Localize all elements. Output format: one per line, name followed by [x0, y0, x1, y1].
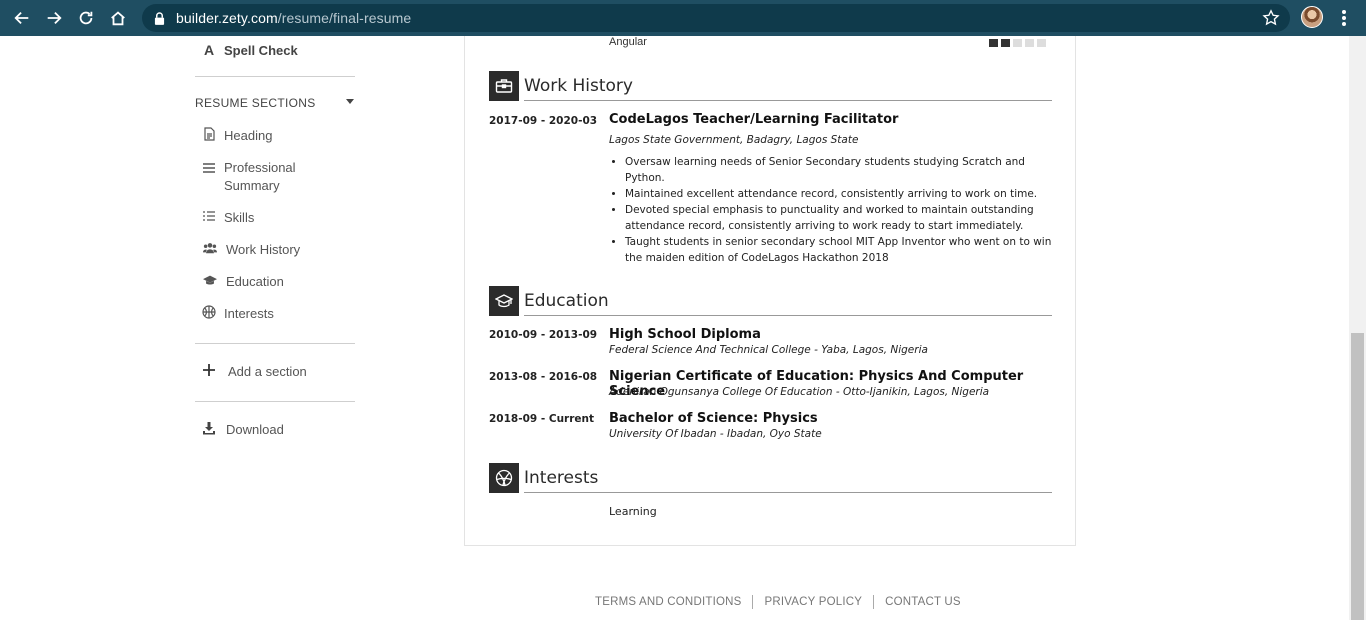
education-degree: Bachelor of Science: Physics [609, 411, 818, 426]
resume-sections-title: RESUME SECTIONS [195, 96, 316, 110]
basketball-icon [489, 463, 519, 493]
sidebar-item-interests[interactable]: Interests [202, 305, 274, 323]
download-icon [202, 421, 216, 435]
rating-box [1013, 39, 1022, 47]
divider [752, 595, 754, 609]
download-button[interactable]: Download [202, 421, 284, 439]
footer: TERMS AND CONDITIONS PRIVACY POLICY CONT… [595, 595, 961, 609]
sidebar-item-work-history[interactable]: Work History [202, 241, 300, 259]
job-bullet: Maintained excellent attendance record, … [625, 186, 1053, 202]
browser-menu-icon[interactable] [1336, 8, 1352, 28]
reload-icon[interactable] [70, 2, 102, 34]
education-dates: 2013-08 - 2016-08 [489, 371, 598, 383]
skill-name: Angular [609, 36, 647, 48]
resume-preview: Angular Work History 2017-09 - 2020-03 C… [464, 36, 1076, 546]
job-bullet: Taught students in senior secondary scho… [625, 234, 1053, 266]
rating-box [1037, 39, 1046, 47]
education-heading: Education [489, 286, 1052, 318]
sidebar-item-education[interactable]: Education [202, 273, 284, 291]
job-bullet: Oversaw learning needs of Senior Seconda… [625, 154, 1053, 186]
education-dates: 2010-09 - 2013-09 [489, 329, 598, 341]
work-history-heading: Work History [489, 71, 1052, 103]
job-dates: 2017-09 - 2020-03 [489, 115, 598, 127]
privacy-link[interactable]: PRIVACY POLICY [764, 596, 862, 608]
address-bar[interactable]: builder.zety.com/resume/final-resume [142, 4, 1290, 32]
sidebar-item-skills[interactable]: Skills [202, 209, 254, 227]
terms-link[interactable]: TERMS AND CONDITIONS [595, 596, 741, 608]
rating-box [1025, 39, 1034, 47]
graduation-cap-icon [489, 286, 519, 316]
section-rule [524, 100, 1052, 101]
spell-check-icon: A [203, 42, 215, 58]
education-school: University Of Ibadan - Ibadan, Oyo State [609, 428, 822, 440]
checklist-icon [202, 209, 216, 223]
briefcase-icon [489, 71, 519, 101]
job-employer: Lagos State Government, Badagry, Lagos S… [609, 134, 859, 146]
divider [873, 595, 875, 609]
contact-link[interactable]: CONTACT US [885, 596, 961, 608]
back-arrow-icon[interactable] [6, 2, 38, 34]
scroll-thumb[interactable] [1351, 333, 1364, 620]
education-school: Adeniran Ogunsanya College Of Education … [609, 386, 990, 398]
basketball-icon [202, 305, 216, 319]
section-rule [524, 315, 1052, 316]
skill-rating [989, 39, 1046, 47]
bookmark-star-icon[interactable] [1262, 9, 1280, 27]
job-title: CodeLagos Teacher/Learning Facilitator [609, 112, 899, 127]
job-bullet: Devoted special emphasis to punctuality … [625, 202, 1053, 234]
plus-icon [202, 363, 216, 377]
education-degree: High School Diploma [609, 327, 761, 342]
graduation-cap-icon [202, 273, 218, 287]
url-text: builder.zety.com/resume/final-resume [176, 10, 412, 26]
divider [195, 76, 355, 77]
browser-toolbar: builder.zety.com/resume/final-resume [0, 0, 1366, 36]
profile-avatar[interactable] [1301, 6, 1323, 28]
job-bullets: Oversaw learning needs of Senior Seconda… [625, 154, 1053, 266]
home-icon[interactable] [102, 2, 134, 34]
section-rule [524, 492, 1052, 493]
rating-box [989, 39, 998, 47]
lock-icon [154, 11, 166, 25]
education-dates: 2018-09 - Current [489, 413, 595, 425]
divider [195, 401, 355, 402]
education-school: Federal Science And Technical College - … [609, 344, 928, 356]
sidebar-item-professional-summary[interactable]: Professional Summary [202, 159, 314, 195]
page-scrollbar[interactable] [1349, 36, 1366, 620]
sidebar-item-heading[interactable]: Heading [202, 127, 272, 145]
add-section-button[interactable]: Add a section [202, 363, 307, 381]
list-lines-icon [202, 161, 216, 175]
rating-box [1001, 39, 1010, 47]
divider [195, 343, 355, 344]
chevron-down-icon[interactable] [346, 99, 354, 104]
interest-item: Learning [609, 505, 657, 518]
document-icon [202, 127, 216, 141]
interests-heading: Interests [489, 463, 1052, 495]
users-icon [202, 241, 218, 255]
forward-arrow-icon[interactable] [38, 2, 70, 34]
spell-check-button[interactable]: A Spell Check [202, 42, 298, 58]
